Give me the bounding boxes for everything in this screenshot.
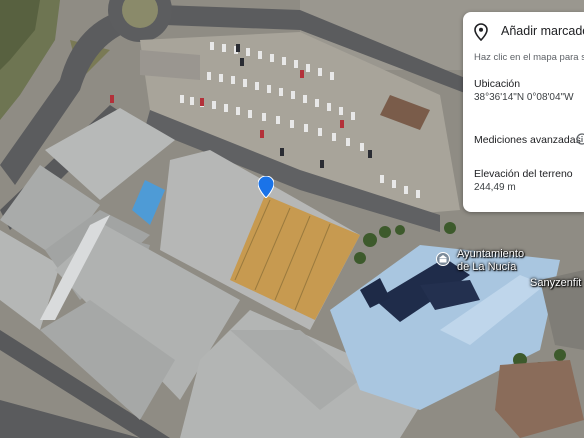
location-value: 38°36'14"N 0°08'04"W <box>474 92 574 103</box>
info-icon[interactable] <box>576 133 584 145</box>
elevation-label: Elevación del terreno <box>474 168 573 180</box>
panel-hint: Haz clic en el mapa para s <box>474 52 584 63</box>
panel-title: Añadir marcador <box>501 24 584 38</box>
elevation-value: 244,49 m <box>474 182 516 193</box>
location-marker-icon[interactable] <box>258 176 274 198</box>
place-pin-icon <box>474 23 488 41</box>
location-label: Ubicación <box>474 78 521 90</box>
advanced-measurements-label[interactable]: Mediciones avanzadas <box>474 134 581 146</box>
town-hall-icon[interactable] <box>436 252 450 266</box>
add-marker-panel: Añadir marcador Haz clic en el mapa para… <box>463 12 584 212</box>
